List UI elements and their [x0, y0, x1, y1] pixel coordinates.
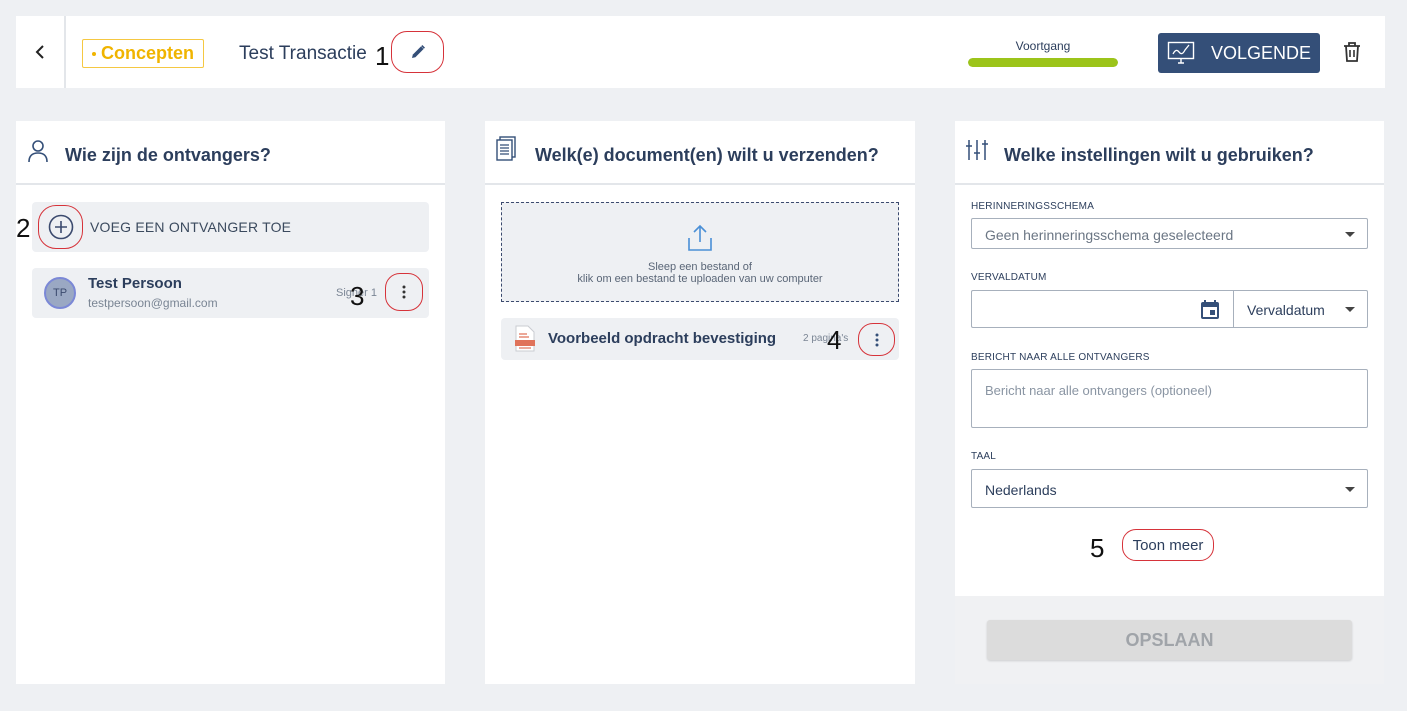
due-date-type-select[interactable]: Vervaldatum [1233, 290, 1368, 328]
pdf-file-icon [515, 325, 535, 352]
progress-label: Voortgang [1015, 39, 1071, 53]
chevron-left-icon [35, 45, 44, 59]
recipient-row[interactable]: TP Test Persoon testpersoon@gmail.com Si… [32, 268, 429, 318]
caret-down-icon [1345, 487, 1355, 492]
documents-panel-header: Welk(e) document(en) wilt u verzenden? [485, 121, 915, 185]
person-icon [28, 140, 48, 163]
due-date-type-value: Vervaldatum [1247, 302, 1325, 318]
status-badge-label: Concepten [101, 43, 195, 63]
reminder-select-value: Geen herinneringsschema geselecteerd [985, 227, 1234, 243]
caret-down-icon [1345, 307, 1355, 312]
next-button-label: VOLGENDE [1210, 42, 1312, 63]
recipient-menu-button[interactable] [385, 273, 423, 311]
documents-panel: Welk(e) document(en) wilt u verzenden? S… [485, 121, 915, 684]
document-menu-button[interactable] [858, 323, 895, 356]
edit-title-button[interactable] [391, 31, 444, 73]
sliders-icon [966, 140, 988, 160]
trash-icon [1344, 42, 1360, 62]
language-select[interactable]: Nederlands [971, 469, 1368, 508]
annotation-marker-3: 3 [350, 281, 365, 311]
plus-circle-icon [48, 214, 74, 240]
annotation-marker-2: 2 [16, 213, 31, 243]
document-row[interactable]: Voorbeeld opdracht bevestiging 2 pagina'… [501, 318, 899, 360]
dropzone-text-line2: klik om een bestand te uploaden van uw c… [577, 273, 823, 285]
caret-down-icon [1345, 232, 1355, 237]
recipients-panel: Wie zijn de ontvangers? 2 VOEG EEN ONTVA… [16, 121, 445, 684]
show-more-button[interactable]: Toon meer [1122, 529, 1214, 561]
documents-panel-title: Welk(e) document(en) wilt u verzenden? [535, 145, 879, 165]
message-textarea[interactable]: Bericht naar alle ontvangers (optioneel) [971, 369, 1368, 428]
top-bar: Concepten Test Transactie 1 Voortgang VO… [16, 16, 1385, 88]
message-label: BERICHT NAAR ALLE ONTVANGERS [971, 352, 1150, 363]
recipients-panel-title: Wie zijn de ontvangers? [65, 145, 271, 165]
annotation-marker-5: 5 [1090, 533, 1105, 563]
due-date-input[interactable] [971, 290, 1233, 328]
annotation-marker-1: 1 [375, 41, 390, 71]
documents-icon [496, 136, 516, 161]
due-date-label: VERVALDATUM [971, 272, 1047, 283]
settings-panel-title: Welke instellingen wilt u gebruiken? [1004, 145, 1314, 165]
upload-dropzone[interactable]: Sleep een bestand of klik om een bestand… [501, 202, 899, 302]
add-recipient-button[interactable]: VOEG EEN ONTVANGER TOE [32, 202, 429, 252]
recipient-email: testpersoon@gmail.com [88, 296, 218, 310]
annotation-marker-4: 4 [827, 325, 842, 355]
recipients-panel-header: Wie zijn de ontvangers? [16, 121, 445, 185]
document-name: Voorbeeld opdracht bevestiging [548, 330, 777, 347]
save-button[interactable]: OPSLAAN [987, 620, 1352, 660]
more-vertical-icon [875, 333, 878, 346]
status-dot-icon [92, 51, 96, 56]
upload-icon [688, 224, 712, 251]
dropzone-text-line1: Sleep een bestand of [648, 261, 752, 273]
language-select-value: Nederlands [985, 482, 1057, 498]
settings-panel: Welke instellingen wilt u gebruiken? HER… [955, 121, 1384, 684]
transaction-title: Test Transactie [239, 43, 367, 64]
next-button[interactable]: VOLGENDE [1158, 33, 1320, 73]
document-page-count: 2 pagina's [803, 333, 849, 344]
language-label: TAAL [971, 451, 997, 462]
avatar: TP [44, 277, 76, 309]
pencil-icon [411, 45, 425, 58]
more-vertical-icon [402, 285, 406, 299]
calendar-icon [1201, 300, 1219, 319]
back-button[interactable] [16, 16, 66, 88]
reminder-select[interactable]: Geen herinneringsschema geselecteerd [971, 218, 1368, 249]
recipient-name: Test Persoon [88, 275, 182, 292]
status-badge: Concepten [82, 39, 205, 68]
settings-panel-header: Welke instellingen wilt u gebruiken? [955, 121, 1384, 185]
settings-footer: OPSLAAN [955, 596, 1384, 684]
add-recipient-label: VOEG EEN ONTVANGER TOE [90, 219, 292, 235]
reminder-label: HERINNERINGSSCHEMA [971, 201, 1095, 212]
sign-monitor-icon [1167, 41, 1195, 64]
delete-button[interactable] [1342, 41, 1362, 65]
progress-fill [968, 58, 1118, 67]
progress-bar [968, 58, 1118, 67]
